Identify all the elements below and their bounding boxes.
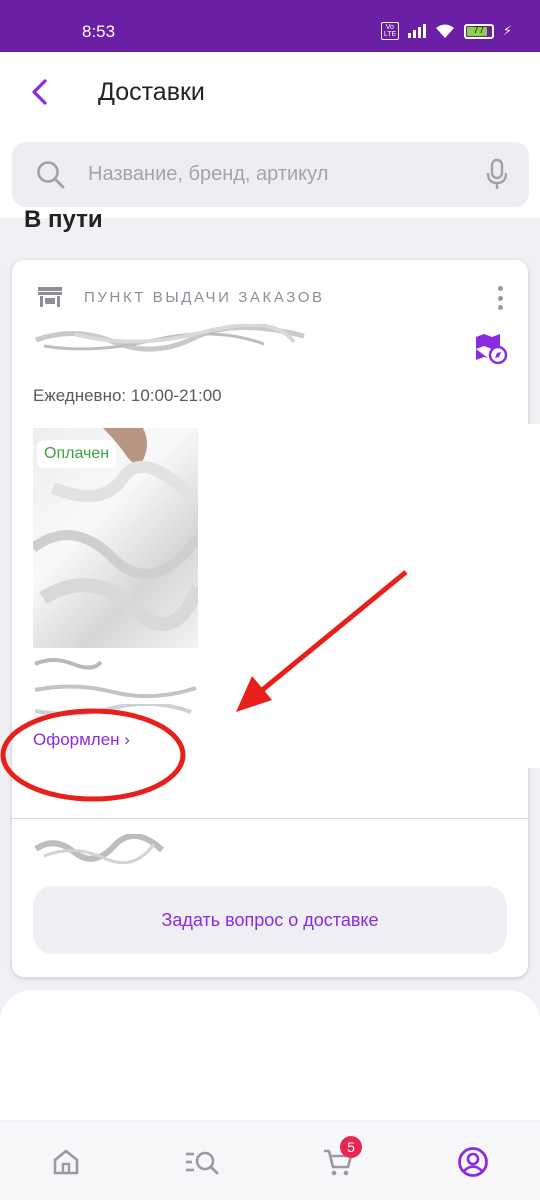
redacted-address <box>35 324 305 352</box>
wifi-icon <box>435 24 454 38</box>
card-divider <box>12 818 528 819</box>
mic-icon[interactable] <box>485 158 509 192</box>
redaction-overlay <box>198 424 540 768</box>
redacted-title <box>34 684 197 698</box>
section-title: В пути <box>24 206 103 233</box>
schedule-text: Ежедневно: 10:00-21:00 <box>33 386 222 405</box>
more-vert-icon[interactable] <box>493 286 507 310</box>
cart-count-badge: 5 <box>340 1136 362 1158</box>
volte-icon: Vo LTE <box>380 22 399 40</box>
search-box[interactable] <box>12 142 529 207</box>
back-icon <box>32 79 47 105</box>
app-header: Доставки <box>0 52 540 132</box>
charging-icon: ⚡ <box>502 23 512 38</box>
status-icons: Vo LTE 77 ⚡ <box>380 22 512 40</box>
signal-icon <box>407 24 426 38</box>
catalog-icon <box>186 1151 219 1175</box>
nav-profile[interactable] <box>455 1144 491 1180</box>
ask-delivery-question-button[interactable]: Задать вопрос о доставке <box>33 886 507 954</box>
nav-home[interactable] <box>48 1144 84 1180</box>
redacted-price <box>34 658 103 670</box>
profile-icon <box>458 1147 488 1177</box>
paid-badge: Оплачен <box>37 440 117 468</box>
battery-icon: 77 <box>463 23 494 39</box>
redacted-subtitle <box>34 704 192 716</box>
status-time: 8:53 <box>82 22 116 41</box>
page-title: Доставки <box>98 78 205 106</box>
home-icon <box>53 1149 79 1175</box>
map-icon <box>476 334 508 365</box>
order-status-link[interactable]: Оформлен › <box>33 730 130 750</box>
nav-catalog[interactable] <box>184 1144 220 1180</box>
next-delivery-card <box>0 990 540 1120</box>
status-bar: 8:53 Vo LTE 77 ⚡ <box>0 0 540 52</box>
pickup-point-label: ПУНКТ ВЫДАЧИ ЗАКАЗОВ <box>84 289 325 306</box>
bottom-navigation: 5 <box>0 1122 540 1200</box>
back-button[interactable] <box>24 74 54 110</box>
search-input[interactable] <box>88 156 468 192</box>
map-button[interactable] <box>474 332 508 369</box>
store-icon <box>38 287 62 307</box>
battery-level: 77 <box>473 24 485 36</box>
search-icon <box>37 161 65 189</box>
